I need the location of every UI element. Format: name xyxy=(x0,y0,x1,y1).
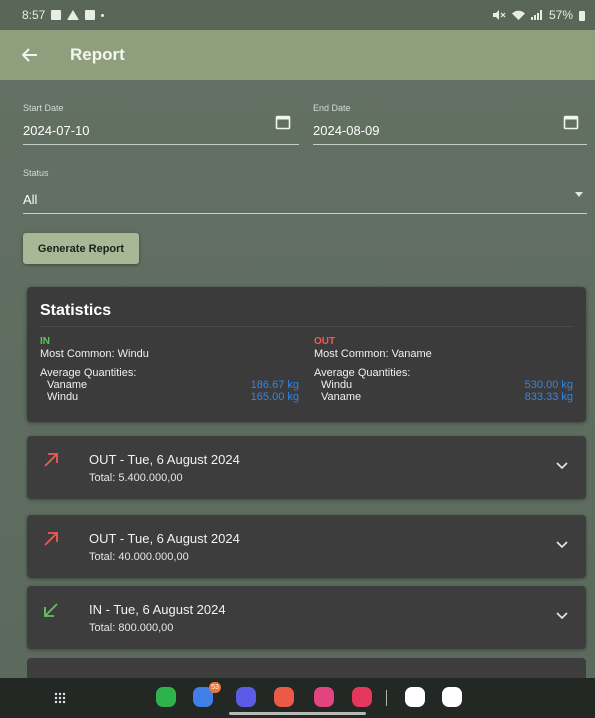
transaction-title: OUT - Tue, 6 August 2024 xyxy=(89,452,240,467)
start-date-label: Start Date xyxy=(23,103,64,113)
status-bar: 8:57 57% xyxy=(0,0,595,30)
chevron-down-icon[interactable] xyxy=(556,462,568,470)
start-date-value: 2024-07-10 xyxy=(23,123,90,138)
in-label: IN xyxy=(40,336,50,347)
status-right: 57% xyxy=(492,8,585,22)
stats-in-column: IN Most Common: Windu Average Quantities… xyxy=(40,336,299,403)
calendar-icon[interactable] xyxy=(275,114,291,130)
quantity-row: Vaname 186.67 kg xyxy=(40,379,299,391)
signal-icon xyxy=(530,10,542,20)
end-date-field[interactable]: End Date 2024-08-09 xyxy=(313,103,587,145)
in-arrow-icon xyxy=(44,603,58,617)
page-title: Report xyxy=(70,45,125,64)
status-left: 8:57 xyxy=(22,8,105,22)
status-dropdown[interactable]: Status All xyxy=(23,168,587,214)
flower-app-icon[interactable] xyxy=(314,687,334,707)
battery-percent: 57% xyxy=(548,8,573,22)
messages-badge: 53 xyxy=(209,682,221,693)
notes-app-icon[interactable] xyxy=(274,687,294,707)
transaction-card[interactable]: OUT - Tue, 6 August 2024 Total: 40.000.0… xyxy=(27,515,586,578)
end-date-value: 2024-08-09 xyxy=(313,123,380,138)
stats-out-column: OUT Most Common: Vaname Average Quantiti… xyxy=(314,336,573,403)
quantity-row: Windu 530.00 kg xyxy=(314,379,573,391)
statistics-divider xyxy=(40,326,573,327)
transaction-title: IN - Tue, 6 August 2024 xyxy=(89,602,226,617)
quantity-name: Windu xyxy=(321,379,353,391)
more-notifications-icon xyxy=(101,13,105,17)
in-average-label: Average Quantities: xyxy=(40,367,137,379)
home-handle[interactable] xyxy=(229,712,366,715)
in-most-common: Most Common: Windu xyxy=(40,348,149,360)
transaction-title: OUT - Tue, 6 August 2024 xyxy=(89,531,240,546)
transaction-card-partial[interactable] xyxy=(27,658,586,678)
camera-app-icon[interactable] xyxy=(352,687,372,707)
warning-notification-icon xyxy=(67,10,80,20)
out-average-label: Average Quantities: xyxy=(314,367,411,379)
transaction-total: Total: 5.400.000,00 xyxy=(89,472,183,484)
gallery-notification-icon xyxy=(51,10,62,20)
quantity-value: 833.33 kg xyxy=(524,391,573,403)
transaction-total: Total: 800.000,00 xyxy=(89,622,174,634)
quantity-value: 186.67 kg xyxy=(250,379,299,391)
out-arrow-icon xyxy=(44,532,58,546)
internet-app-icon[interactable] xyxy=(236,687,256,707)
out-label: OUT xyxy=(314,336,336,347)
chevron-down-icon[interactable] xyxy=(556,612,568,620)
phone-app-icon[interactable] xyxy=(156,687,176,707)
back-arrow-icon[interactable] xyxy=(22,44,44,66)
app-notification-icon xyxy=(85,10,96,20)
mute-icon xyxy=(492,10,506,20)
quantity-row: Windu 165.00 kg xyxy=(40,391,299,403)
quantity-name: Windu xyxy=(47,391,79,403)
quantity-value: 530.00 kg xyxy=(524,379,573,391)
statistics-title: Statistics xyxy=(40,302,112,319)
out-arrow-icon xyxy=(44,453,58,467)
apps-grid-icon[interactable] xyxy=(54,692,66,704)
status-value: All xyxy=(23,192,38,207)
dropdown-arrow-icon[interactable] xyxy=(575,192,583,197)
quantity-row: Vaname 833.33 kg xyxy=(314,391,573,403)
statistics-card: Statistics IN Most Common: Windu Average… xyxy=(27,287,586,422)
status-label: Status xyxy=(23,168,49,178)
start-date-field[interactable]: Start Date 2024-07-10 xyxy=(23,103,299,145)
wifi-icon xyxy=(511,10,525,20)
out-most-common: Most Common: Vaname xyxy=(314,348,432,360)
battery-icon xyxy=(579,10,585,21)
dock-divider xyxy=(386,690,387,706)
quantity-name: Vaname xyxy=(321,391,362,403)
transaction-card[interactable]: OUT - Tue, 6 August 2024 Total: 5.400.00… xyxy=(27,436,586,499)
play-store-app-icon[interactable] xyxy=(405,687,425,707)
transaction-card[interactable]: IN - Tue, 6 August 2024 Total: 800.000,0… xyxy=(27,586,586,649)
chevron-down-icon[interactable] xyxy=(556,541,568,549)
calendar-icon[interactable] xyxy=(563,114,579,130)
transaction-total: Total: 40.000.000,00 xyxy=(89,551,189,563)
end-date-label: End Date xyxy=(313,103,351,113)
generate-report-button[interactable]: Generate Report xyxy=(23,233,139,264)
navigation-bar: 53 xyxy=(0,678,595,718)
app-bar: Report xyxy=(0,30,595,80)
status-time: 8:57 xyxy=(22,8,46,22)
report-content: Start Date 2024-07-10 End Date 2024-08-0… xyxy=(0,80,595,678)
quantity-value: 165.00 kg xyxy=(250,391,299,403)
gmail-app-icon[interactable] xyxy=(442,687,462,707)
quantity-name: Vaname xyxy=(47,379,88,391)
